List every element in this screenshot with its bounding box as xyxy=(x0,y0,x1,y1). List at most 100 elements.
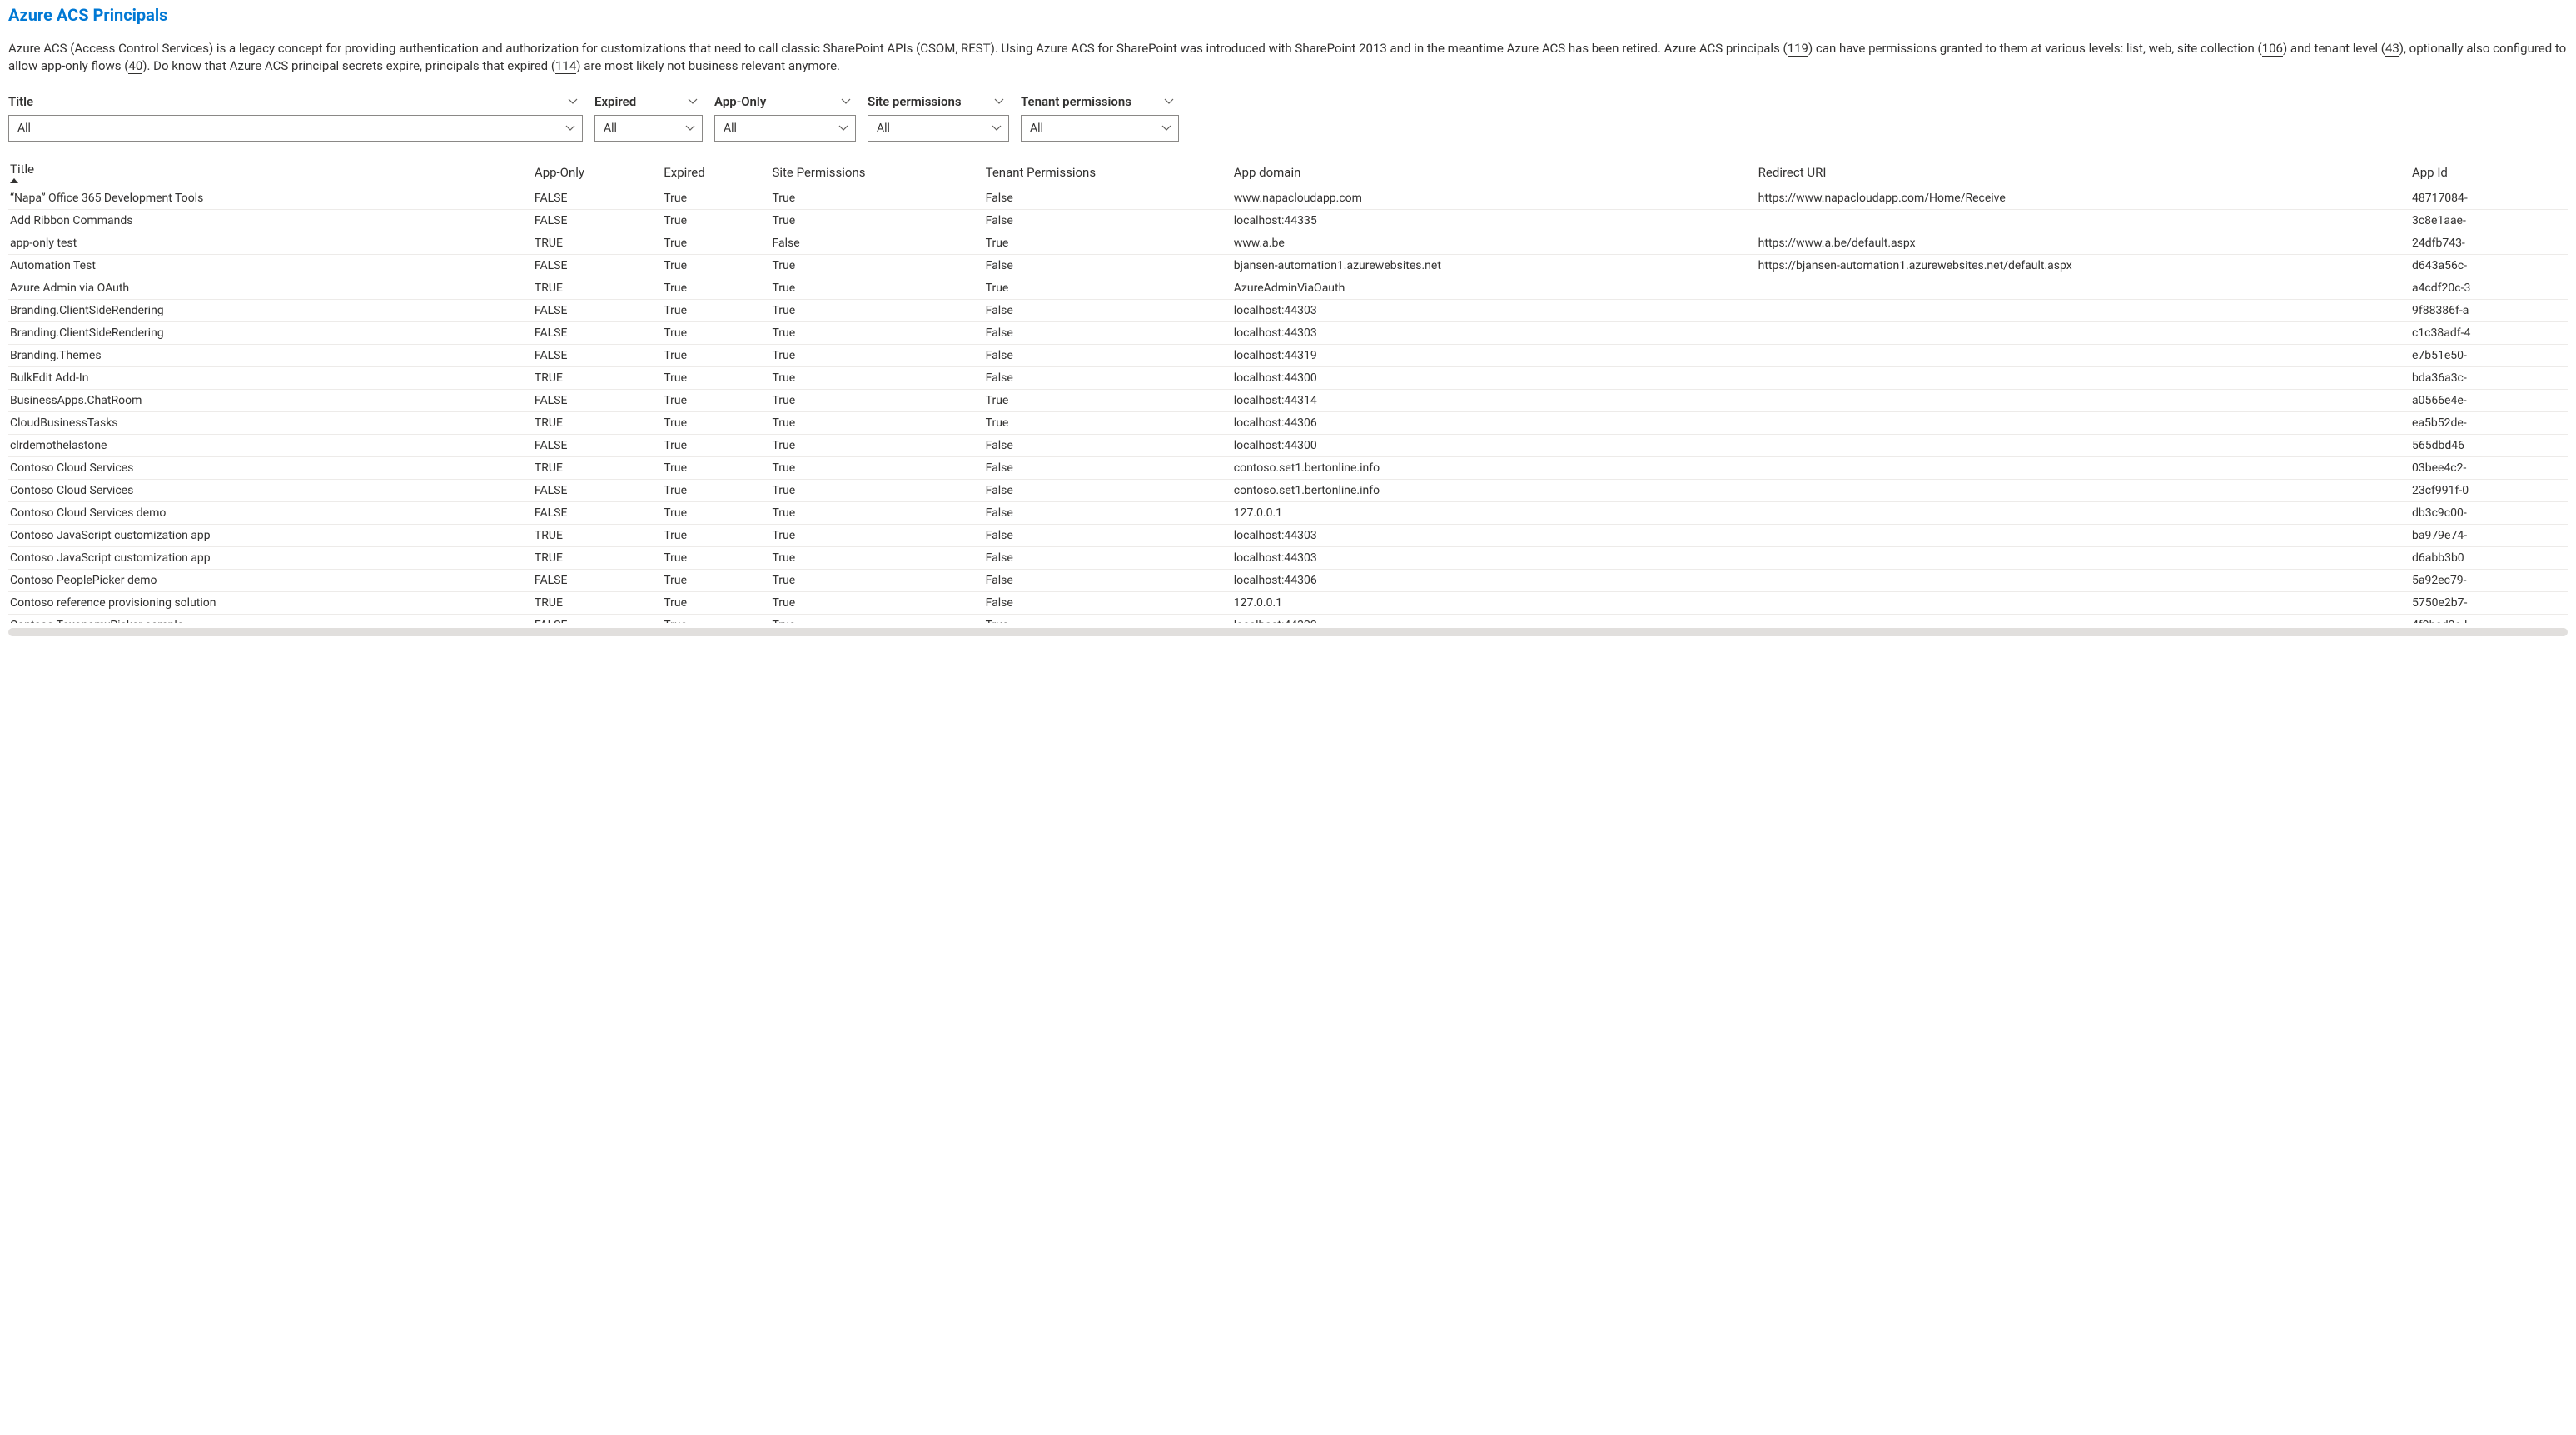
table-row[interactable]: clrdemothelastoneFALSETrueTrueFalselocal… xyxy=(8,435,2568,457)
table-row[interactable]: app-only testTRUETrueFalseTruewww.a.beht… xyxy=(8,232,2568,255)
intro-text-6: ) are most likely not business relevant … xyxy=(576,58,840,73)
table-row[interactable]: Contoso JavaScript customization appTRUE… xyxy=(8,547,2568,570)
cell-apponly: TRUE xyxy=(533,367,662,390)
cell-appid: 5a92ec79- xyxy=(2410,570,2568,592)
cell-apponly: TRUE xyxy=(533,457,662,480)
cell-appid: a4cdf20c-3 xyxy=(2410,277,2568,300)
table-row[interactable]: BulkEdit Add-InTRUETrueTrueFalselocalhos… xyxy=(8,367,2568,390)
table-row[interactable]: Branding.ClientSideRenderingFALSETrueTru… xyxy=(8,322,2568,345)
cell-appid: 03bee4c2- xyxy=(2410,457,2568,480)
cell-siteperm: True xyxy=(770,570,983,592)
filter-tenperm-select[interactable]: All xyxy=(1021,115,1179,142)
table-row[interactable]: Branding.ClientSideRenderingFALSETrueTru… xyxy=(8,300,2568,322)
col-header-app-domain[interactable]: App domain xyxy=(1232,157,1757,187)
filter-apponly-value: All xyxy=(724,122,737,135)
col-header-title[interactable]: Title xyxy=(8,157,533,187)
cell-redirect xyxy=(1757,322,2410,345)
table-row[interactable]: Automation TestFALSETrueTrueFalsebjansen… xyxy=(8,255,2568,277)
link-principals-count[interactable]: 119 xyxy=(1788,41,1808,57)
link-sitecollection-count[interactable]: 106 xyxy=(2262,41,2283,57)
cell-redirect xyxy=(1757,345,2410,367)
cell-domain: AzureAdminViaOauth xyxy=(1232,277,1757,300)
cell-siteperm: True xyxy=(770,390,983,412)
table-row[interactable]: Azure Admin via OAuthTRUETrueTrueTrueAzu… xyxy=(8,277,2568,300)
cell-apponly: FALSE xyxy=(533,570,662,592)
cell-domain: localhost:44300 xyxy=(1232,435,1757,457)
cell-expired: True xyxy=(662,300,770,322)
cell-appid: ba979e74- xyxy=(2410,525,2568,547)
filter-expired-select[interactable]: All xyxy=(594,115,703,142)
table-row[interactable]: Contoso Cloud ServicesTRUETrueTrueFalsec… xyxy=(8,457,2568,480)
cell-appid: e7b51e50- xyxy=(2410,345,2568,367)
chevron-down-icon xyxy=(685,123,695,133)
table-row[interactable]: “Napa” Office 365 Development ToolsFALSE… xyxy=(8,187,2568,210)
table-row[interactable]: CloudBusinessTasksTRUETrueTrueTruelocalh… xyxy=(8,412,2568,435)
filter-apponly-select[interactable]: All xyxy=(714,115,856,142)
cell-domain: localhost:44303 xyxy=(1232,322,1757,345)
cell-tenperm: False xyxy=(984,345,1232,367)
cell-tenperm: False xyxy=(984,210,1232,232)
table-row[interactable]: Contoso PeoplePicker demoFALSETrueTrueFa… xyxy=(8,570,2568,592)
cell-title: BusinessApps.ChatRoom xyxy=(8,390,533,412)
cell-redirect: https://bjansen-automation1.azurewebsite… xyxy=(1757,255,2410,277)
cell-title: Contoso Cloud Services xyxy=(8,480,533,502)
table-row[interactable]: Contoso TaxonomyPicker sampleFALSETrueTr… xyxy=(8,615,2568,624)
cell-appid: db3c9c00- xyxy=(2410,502,2568,525)
cell-title: app-only test xyxy=(8,232,533,255)
cell-title: Automation Test xyxy=(8,255,533,277)
chevron-down-icon xyxy=(838,123,848,133)
table-row[interactable]: Contoso JavaScript customization appTRUE… xyxy=(8,525,2568,547)
col-header-app-id[interactable]: App Id xyxy=(2410,157,2568,187)
cell-domain: localhost:44306 xyxy=(1232,412,1757,435)
chevron-down-icon[interactable] xyxy=(568,97,578,107)
cell-apponly: FALSE xyxy=(533,345,662,367)
cell-siteperm: True xyxy=(770,367,983,390)
filter-title-value: All xyxy=(17,122,31,135)
cell-domain: localhost:44335 xyxy=(1232,210,1757,232)
link-apponly-count[interactable]: 40 xyxy=(128,58,142,74)
cell-siteperm: True xyxy=(770,592,983,615)
col-header-redirect-uri[interactable]: Redirect URI xyxy=(1757,157,2410,187)
table-row[interactable]: Contoso Cloud Services demoFALSETrueTrue… xyxy=(8,502,2568,525)
cell-redirect xyxy=(1757,210,2410,232)
cell-siteperm: True xyxy=(770,255,983,277)
filter-siteperm-select[interactable]: All xyxy=(868,115,1009,142)
cell-title: Contoso JavaScript customization app xyxy=(8,525,533,547)
cell-title: Contoso PeoplePicker demo xyxy=(8,570,533,592)
col-header-site-permissions[interactable]: Site Permissions xyxy=(770,157,983,187)
table-row[interactable]: Add Ribbon CommandsFALSETrueTrueFalseloc… xyxy=(8,210,2568,232)
table-row[interactable]: Branding.ThemesFALSETrueTrueFalselocalho… xyxy=(8,345,2568,367)
col-header-apponly[interactable]: App-Only xyxy=(533,157,662,187)
cell-apponly: FALSE xyxy=(533,435,662,457)
table-row[interactable]: Contoso Cloud ServicesFALSETrueTrueFalse… xyxy=(8,480,2568,502)
chevron-down-icon[interactable] xyxy=(994,97,1004,107)
col-header-tenant-permissions[interactable]: Tenant Permissions xyxy=(984,157,1232,187)
cell-tenperm: False xyxy=(984,435,1232,457)
cell-tenperm: False xyxy=(984,367,1232,390)
table-scroll[interactable]: Title App-Only Expired Site Permissions … xyxy=(8,157,2568,623)
cell-expired: True xyxy=(662,390,770,412)
chevron-down-icon[interactable] xyxy=(688,97,698,107)
link-tenant-count[interactable]: 43 xyxy=(2385,41,2399,57)
table-row[interactable]: Contoso reference provisioning solutionT… xyxy=(8,592,2568,615)
col-header-expired[interactable]: Expired xyxy=(662,157,770,187)
cell-domain: localhost:44319 xyxy=(1232,345,1757,367)
link-expired-count[interactable]: 114 xyxy=(555,58,576,74)
cell-redirect xyxy=(1757,457,2410,480)
chevron-down-icon[interactable] xyxy=(841,97,851,107)
filter-title-select[interactable]: All xyxy=(8,115,583,142)
cell-domain: www.a.be xyxy=(1232,232,1757,255)
filter-tenperm-value: All xyxy=(1030,122,1043,135)
cell-appid: bda36a3c- xyxy=(2410,367,2568,390)
horizontal-scrollbar[interactable] xyxy=(8,628,2568,636)
cell-apponly: FALSE xyxy=(533,255,662,277)
table-row[interactable]: BusinessApps.ChatRoomFALSETrueTrueTruelo… xyxy=(8,390,2568,412)
filter-expired-label: Expired xyxy=(594,94,636,109)
cell-redirect xyxy=(1757,615,2410,624)
cell-siteperm: True xyxy=(770,525,983,547)
cell-expired: True xyxy=(662,502,770,525)
cell-domain: localhost:44303 xyxy=(1232,525,1757,547)
cell-expired: True xyxy=(662,592,770,615)
chevron-down-icon[interactable] xyxy=(1164,97,1174,107)
cell-siteperm: True xyxy=(770,187,983,210)
